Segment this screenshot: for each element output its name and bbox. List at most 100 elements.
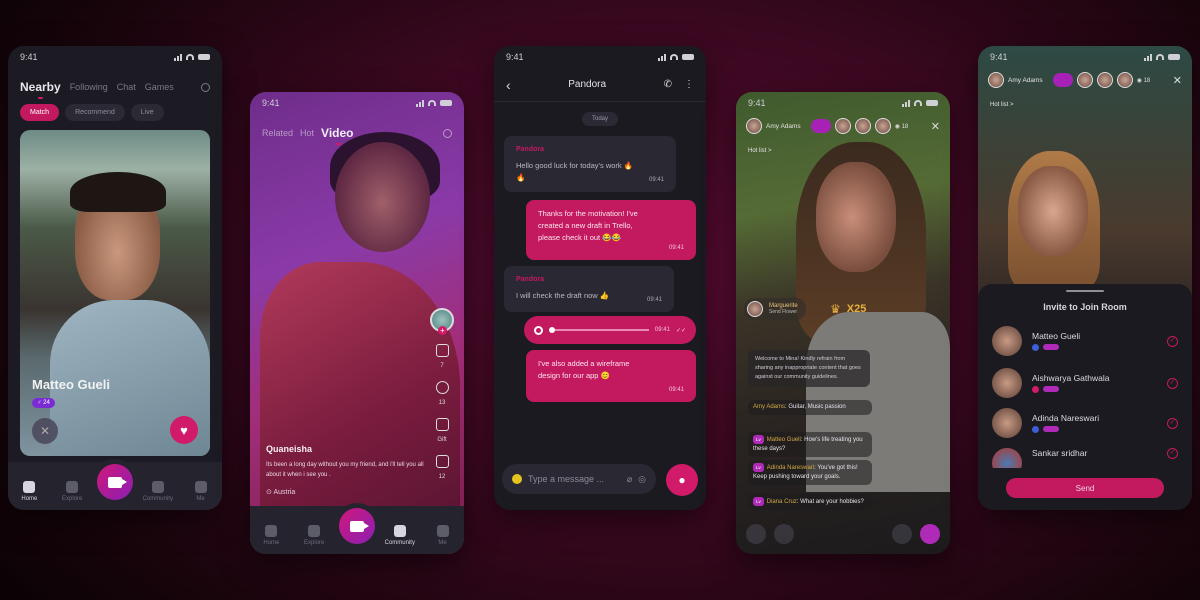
tab-chat[interactable]: Chat bbox=[117, 82, 136, 92]
read-receipt-icon: ✓✓ bbox=[675, 327, 686, 334]
nav-explore[interactable]: Explore bbox=[296, 525, 332, 546]
invite-sheet: Invite to Join Room Matteo Gueli ✓ Aishwa… bbox=[978, 284, 1192, 510]
host-avatar[interactable] bbox=[988, 72, 1004, 88]
go-live-button[interactable] bbox=[338, 508, 375, 544]
top-viewer-avatar[interactable] bbox=[854, 118, 871, 134]
nav-me[interactable]: Me bbox=[425, 525, 461, 546]
message-text: Thanks for the motivation! I've created … bbox=[538, 209, 638, 242]
live-stream-screen: 9:41 Amy Adams ◉ 18 ✕ Hot list > Marguer… bbox=[736, 92, 950, 554]
invite-row[interactable]: Adinda Nareswari ✓ bbox=[992, 408, 1178, 438]
nav-explore[interactable]: Explore bbox=[54, 481, 90, 502]
search-icon[interactable] bbox=[201, 82, 210, 92]
chat-input-icon[interactable] bbox=[746, 524, 766, 544]
like-button[interactable]: ♥ bbox=[170, 416, 198, 444]
share-icon[interactable] bbox=[435, 455, 449, 468]
thumbs-up-icon[interactable] bbox=[435, 344, 449, 357]
tab-hot[interactable]: Hot bbox=[300, 128, 314, 138]
comment-text: What are your hobbies? bbox=[800, 499, 864, 505]
back-icon[interactable]: ‹ bbox=[506, 77, 511, 93]
top-viewer-avatar[interactable] bbox=[1096, 72, 1113, 88]
tab-games[interactable]: Games bbox=[145, 82, 174, 92]
hot-list-link[interactable]: Hot list > bbox=[748, 148, 772, 154]
select-checkbox[interactable]: ✓ bbox=[1167, 377, 1178, 389]
close-icon[interactable]: ✕ bbox=[1173, 74, 1182, 87]
attach-icon[interactable]: ⌀ bbox=[627, 474, 632, 485]
age-value: 24 bbox=[43, 400, 50, 406]
live-comment: Lv Matteo Gueli: How's life treating you … bbox=[748, 432, 872, 457]
hot-list-link[interactable]: Hot list > bbox=[990, 102, 1014, 108]
nav-me[interactable]: Me bbox=[183, 481, 219, 502]
nav-home[interactable]: Home bbox=[11, 481, 47, 502]
comment-icon[interactable] bbox=[435, 381, 449, 394]
record-voice-button[interactable]: ● bbox=[666, 464, 698, 496]
nav-community[interactable]: Community bbox=[382, 525, 418, 546]
message-outgoing: I've also added a wireframe design for o… bbox=[526, 350, 696, 402]
host-avatar[interactable] bbox=[746, 118, 762, 134]
top-viewer-avatar[interactable] bbox=[834, 118, 851, 134]
host-name: Amy Adams bbox=[1008, 76, 1043, 84]
camera-icon[interactable]: ◎ bbox=[638, 474, 646, 485]
invite-room-screen: 9:41 Amy Adams ◉ 18 ✕ Hot list > Invite … bbox=[978, 46, 1192, 510]
message-input[interactable]: Type a message ... ⌀ ◎ bbox=[502, 464, 656, 494]
invite-row[interactable]: Sankar sridhar ✓ bbox=[992, 448, 1178, 468]
send-button[interactable]: Send bbox=[1006, 478, 1164, 498]
top-viewer-avatar[interactable] bbox=[1116, 72, 1133, 88]
viewer-count: ◉ 18 bbox=[1136, 77, 1151, 84]
close-icon[interactable]: ✕ bbox=[931, 120, 940, 133]
community-icon bbox=[151, 481, 164, 493]
top-viewer-avatar[interactable] bbox=[874, 118, 891, 134]
message-sender: Pandora bbox=[516, 276, 545, 283]
select-checkbox[interactable]: ✓ bbox=[1167, 335, 1178, 347]
audio-progress[interactable] bbox=[549, 327, 649, 333]
game-controller-icon[interactable] bbox=[892, 524, 912, 544]
nav-community[interactable]: Community bbox=[140, 481, 176, 502]
gift-notification: Marguerite Send Flower bbox=[744, 298, 806, 320]
search-icon[interactable] bbox=[443, 128, 452, 138]
tab-video[interactable]: Video bbox=[321, 126, 354, 145]
tab-following[interactable]: Following bbox=[70, 82, 108, 92]
user-name: Sankar sridhar bbox=[1032, 448, 1088, 458]
top-viewer-avatar[interactable] bbox=[1076, 72, 1093, 88]
tab-nearby[interactable]: Nearby bbox=[20, 80, 61, 99]
comment-count: 13 bbox=[438, 400, 446, 406]
share-count: 12 bbox=[438, 474, 446, 480]
wifi-icon bbox=[1156, 54, 1164, 60]
gender-badge bbox=[1032, 386, 1039, 393]
profile-card[interactable]: Matteo Gueli ♂ 24 ✕ ♥ bbox=[20, 130, 210, 456]
tab-related[interactable]: Related bbox=[262, 128, 293, 138]
gift-label: Gift bbox=[437, 437, 447, 443]
status-time: 9:41 bbox=[990, 52, 1008, 62]
level-badge bbox=[1043, 386, 1059, 392]
profile-name: Matteo Gueli bbox=[32, 377, 111, 392]
level-badge bbox=[1043, 426, 1059, 432]
video-author[interactable]: Quaneisha bbox=[266, 444, 312, 454]
level-badge: Lv bbox=[753, 497, 764, 506]
dismiss-button[interactable]: ✕ bbox=[32, 418, 58, 444]
age-badge: ♂ 24 bbox=[32, 398, 55, 408]
microphone-icon: ● bbox=[678, 473, 686, 487]
play-icon[interactable] bbox=[534, 325, 543, 335]
live-comment: Amy Adams: Guitar, Music passion bbox=[748, 400, 872, 415]
invite-row[interactable]: Aishwarya Gathwala ✓ bbox=[992, 368, 1178, 398]
chip-live[interactable]: Live bbox=[130, 104, 164, 121]
gift-icon[interactable] bbox=[920, 524, 940, 544]
invite-row[interactable]: Matteo Gueli ✓ bbox=[992, 326, 1178, 356]
nav-home[interactable]: Home bbox=[253, 525, 289, 546]
phone-icon[interactable]: ✆ bbox=[664, 79, 672, 90]
follow-host-button[interactable] bbox=[810, 119, 831, 133]
more-apps-icon[interactable] bbox=[774, 524, 794, 544]
drag-handle[interactable] bbox=[1066, 290, 1104, 292]
chip-recommend[interactable]: Recommend bbox=[65, 104, 125, 121]
more-icon[interactable]: ⋮ bbox=[684, 79, 694, 90]
gift-icon[interactable] bbox=[435, 418, 449, 431]
gift-multiplier: X25 bbox=[846, 303, 867, 315]
message-time: 09:41 bbox=[654, 327, 670, 333]
select-checkbox[interactable]: ✓ bbox=[1167, 448, 1178, 459]
follow-host-button[interactable] bbox=[1052, 73, 1073, 87]
go-live-button[interactable] bbox=[96, 464, 133, 500]
select-checkbox[interactable]: ✓ bbox=[1167, 417, 1178, 429]
chip-match[interactable]: Match bbox=[20, 104, 60, 121]
viewer-count: ◉ 18 bbox=[894, 123, 909, 130]
creator-avatar-follow[interactable] bbox=[430, 308, 454, 335]
emoji-icon[interactable] bbox=[512, 474, 522, 484]
